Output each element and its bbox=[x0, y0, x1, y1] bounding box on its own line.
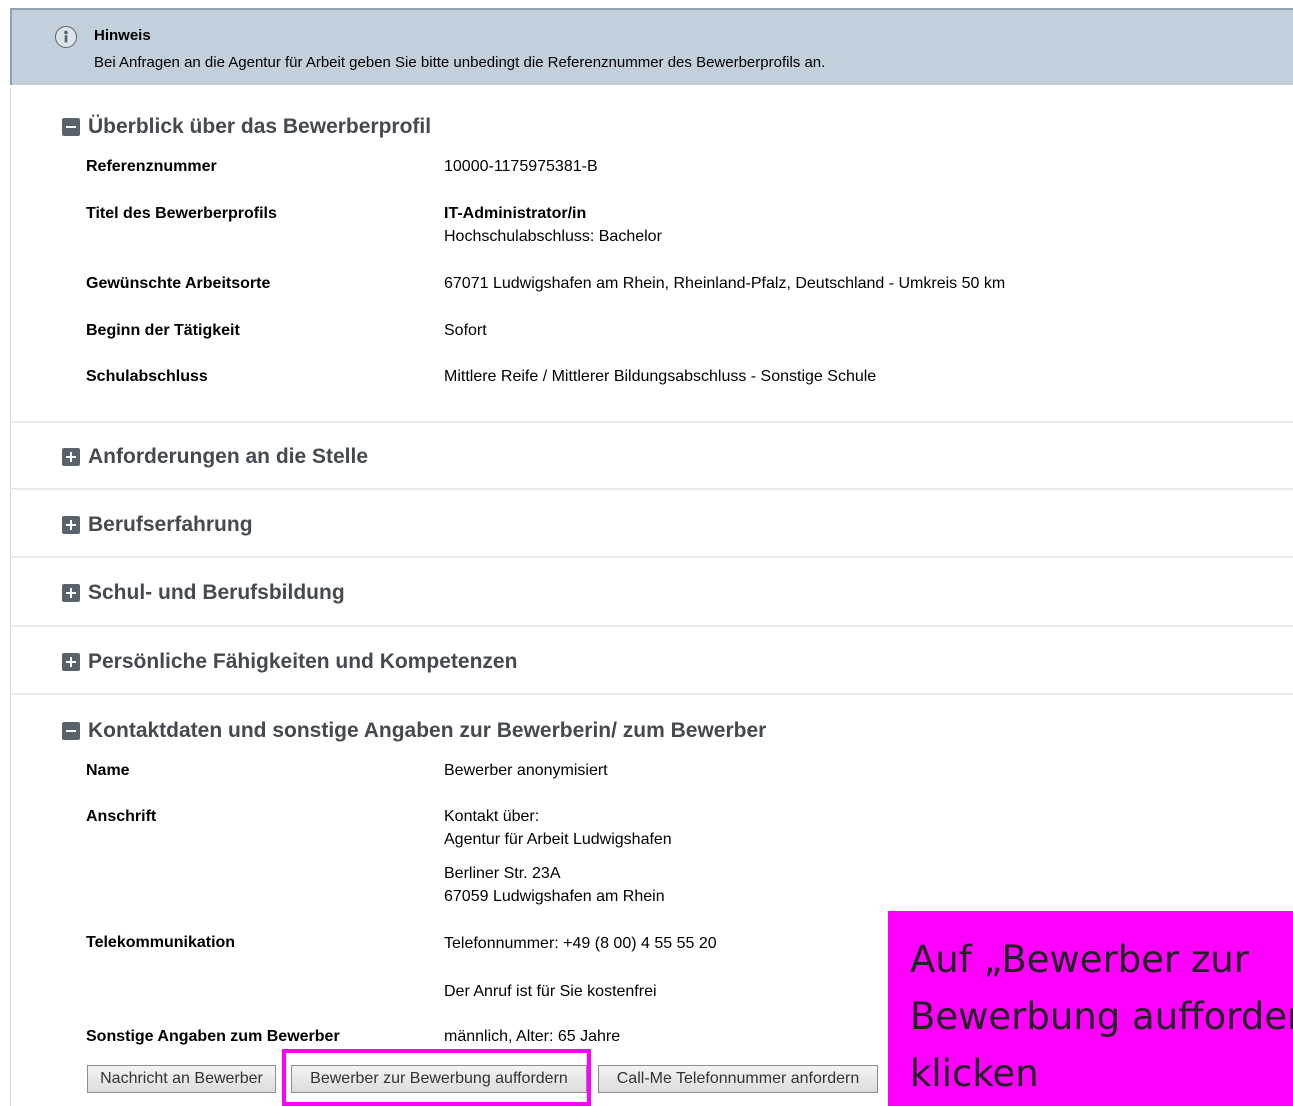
reference-value: 10000-1175975381-B bbox=[444, 158, 598, 175]
start-label: Beginn der Tätigkeit bbox=[86, 322, 240, 339]
profile-title-degree: Hochschulabschluss: Bachelor bbox=[444, 228, 662, 245]
telecom-phone: Telefonnummer: +49 (8 00) 4 55 55 20 bbox=[444, 935, 717, 952]
work-locations-label: Gewünschte Arbeitsorte bbox=[86, 275, 271, 292]
section-experience-header[interactable]: Berufserfahrung bbox=[62, 512, 253, 538]
telecom-note: Der Anruf ist für Sie kostenfrei bbox=[444, 983, 657, 1000]
divider bbox=[10, 693, 1293, 695]
instruction-text: Auf „Bewerber zur Bewerbung auffordern“ … bbox=[910, 938, 1293, 1095]
expand-icon[interactable] bbox=[62, 653, 80, 671]
section-overview-header[interactable]: Überblick über das Bewerberprofil bbox=[62, 114, 431, 140]
profile-title-label: Titel des Bewerberprofils bbox=[86, 205, 277, 222]
section-requirements-header[interactable]: Anforderungen an die Stelle bbox=[62, 444, 368, 470]
notice-text: Bei Anfragen an die Agentur für Arbeit g… bbox=[94, 54, 826, 71]
other-info-value: männlich, Alter: 65 Jahre bbox=[444, 1028, 621, 1045]
school-degree-label: Schulabschluss bbox=[86, 368, 208, 385]
divider bbox=[10, 556, 1293, 558]
address-line-3: Berliner Str. 23A bbox=[444, 865, 561, 882]
instruction-callout: Auf „Bewerber zur Bewerbung auffordern“ … bbox=[888, 911, 1293, 1106]
expand-icon[interactable] bbox=[62, 448, 80, 466]
section-education-title: Schul- und Berufsbildung bbox=[88, 581, 345, 604]
school-degree-value: Mittlere Reife / Mittlerer Bildungsabsch… bbox=[444, 368, 877, 385]
collapse-icon[interactable] bbox=[62, 118, 80, 136]
section-skills-title: Persönliche Fähigkeiten und Kompetenzen bbox=[88, 650, 518, 673]
message-applicant-button[interactable]: Nachricht an Bewerber bbox=[87, 1065, 276, 1093]
divider bbox=[10, 421, 1293, 423]
reference-label: Referenznummer bbox=[86, 158, 217, 175]
address-label: Anschrift bbox=[86, 808, 157, 825]
section-experience-title: Berufserfahrung bbox=[88, 513, 253, 536]
expand-icon[interactable] bbox=[62, 516, 80, 534]
callme-number-button[interactable]: Call-Me Telefonnummer anfordern bbox=[598, 1065, 878, 1093]
section-requirements-title: Anforderungen an die Stelle bbox=[88, 445, 369, 468]
expand-icon[interactable] bbox=[62, 584, 80, 602]
section-education-header[interactable]: Schul- und Berufsbildung bbox=[62, 580, 345, 606]
info-icon bbox=[55, 26, 77, 48]
section-contact-header[interactable]: Kontaktdaten und sonstige Angaben zur Be… bbox=[62, 718, 766, 744]
name-label: Name bbox=[86, 762, 130, 779]
section-overview-title: Überblick über das Bewerberprofil bbox=[88, 115, 432, 138]
notice-title: Hinweis bbox=[94, 27, 151, 44]
profile-title-value: IT-Administrator/in Hochschulabschluss: … bbox=[444, 202, 662, 248]
section-contact-title: Kontaktdaten und sonstige Angaben zur Be… bbox=[88, 719, 767, 742]
other-info-label: Sonstige Angaben zum Bewerber bbox=[86, 1028, 340, 1045]
collapse-icon[interactable] bbox=[62, 722, 80, 740]
highlight-box bbox=[282, 1049, 591, 1106]
name-value: Bewerber anonymisiert bbox=[444, 762, 608, 779]
start-value: Sofort bbox=[444, 322, 487, 339]
divider bbox=[10, 488, 1293, 490]
divider bbox=[10, 625, 1293, 627]
address-line-2: Agentur für Arbeit Ludwigshafen bbox=[444, 831, 672, 848]
section-skills-header[interactable]: Persönliche Fähigkeiten und Kompetenzen bbox=[62, 649, 517, 675]
address-line-1: Kontakt über: bbox=[444, 808, 540, 825]
address-line-4: 67059 Ludwigshafen am Rhein bbox=[444, 888, 665, 905]
notice-banner: Hinweis Bei Anfragen an die Agentur für … bbox=[10, 8, 1293, 85]
work-locations-value: 67071 Ludwigshafen am Rhein, Rheinland-P… bbox=[444, 275, 1006, 292]
profile-title-main: IT-Administrator/in bbox=[444, 205, 587, 222]
telecom-label: Telekommunikation bbox=[86, 934, 236, 951]
